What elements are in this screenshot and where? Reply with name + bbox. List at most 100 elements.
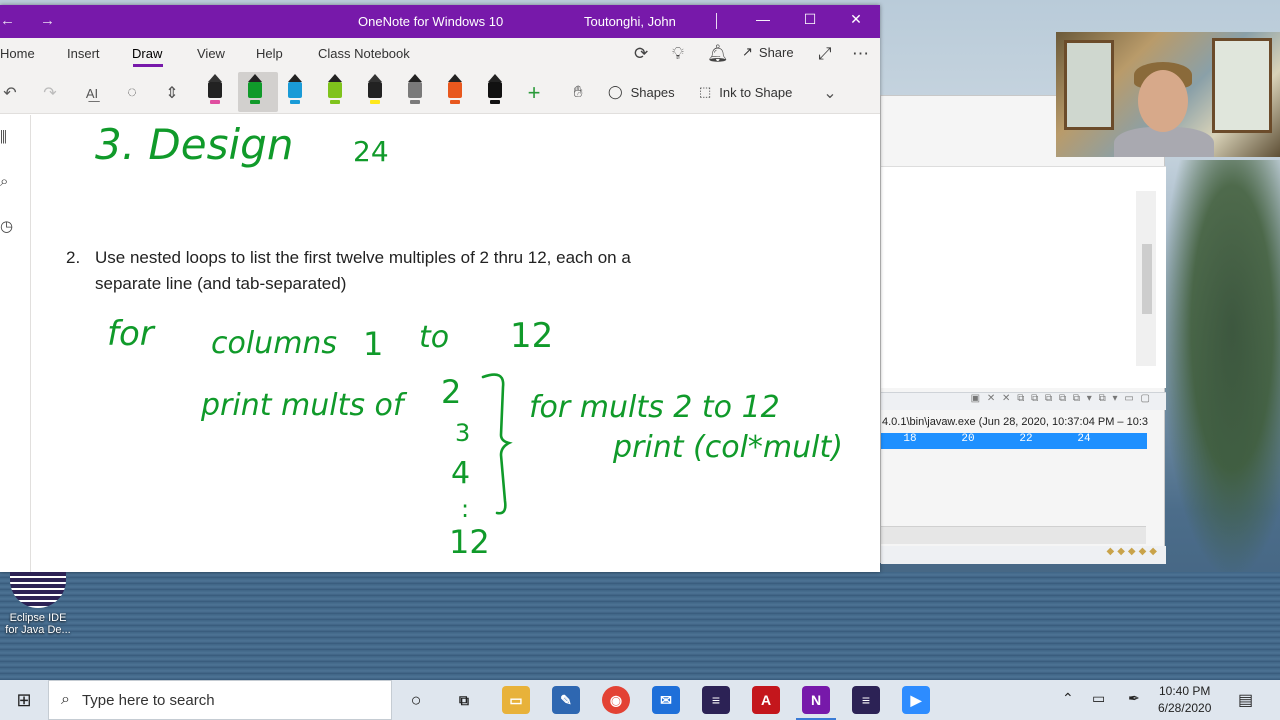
lightbulb-icon[interactable]: 💡︎ — [672, 44, 684, 64]
pen-blue-icon[interactable] — [286, 74, 304, 108]
type-select-icon[interactable]: A͟I — [80, 78, 104, 108]
file-explorer-icon[interactable]: ▭ — [502, 686, 530, 714]
task-view-icon[interactable]: ⧉ — [450, 686, 478, 714]
tab-view[interactable]: View — [197, 46, 225, 61]
forward-arrow-icon[interactable]: → — [40, 12, 55, 29]
title-separator — [716, 13, 717, 29]
onenote-window[interactable]: ← → OneNote for Windows 10 Toutonghi, Jo… — [0, 5, 880, 572]
user-name[interactable]: Toutonghi, John — [584, 14, 676, 29]
eclipse-console-toolbar[interactable]: ▣ ✕ ✕ ⧉ ⧉ ⧉ ⧉ ⧉ ▾ ⧉ ▾ ▭ ▢ — [881, 392, 1166, 410]
ink-for-mults: for mults 2 to 12 — [529, 390, 780, 425]
more-options-icon[interactable]: ⋯ — [852, 44, 869, 64]
eclipse-taskbar-icon[interactable]: ≡ — [702, 686, 730, 714]
mail-icon[interactable]: ✉ — [652, 686, 680, 714]
acrobat-icon[interactable]: A — [752, 686, 780, 714]
eclipse-desktop-icon[interactable]: Eclipse IDE for Java De... — [4, 572, 72, 652]
notepad-icon[interactable]: ✎ — [552, 686, 580, 714]
ink-heading: 3. Design — [95, 120, 293, 169]
share-button[interactable]: ↗ Share — [742, 44, 794, 60]
add-space-icon[interactable]: ⇕ — [160, 78, 184, 108]
pen-icon[interactable]: ✒ — [1128, 690, 1140, 707]
tab-home[interactable]: Home — [0, 46, 35, 61]
pen-lime-icon[interactable] — [326, 74, 344, 108]
eclipse-logo-icon — [10, 572, 66, 608]
add-pen-icon[interactable]: + — [522, 78, 546, 108]
ink-top-number: 24 — [353, 135, 389, 168]
highlighter-yellow-icon[interactable] — [366, 74, 384, 108]
ink-to: to — [419, 320, 449, 355]
ink-value: 12 — [449, 523, 490, 561]
shapes-label: Shapes — [630, 84, 675, 100]
ink-to-shape-icon: ⬚ — [699, 84, 712, 99]
bell-icon[interactable]: 🔔︎ — [707, 44, 729, 64]
desktop-icon-label: Eclipse IDE — [9, 612, 67, 624]
zoom-icon[interactable]: ▶ — [902, 686, 930, 714]
eclipse-horizontal-scrollbar[interactable] — [881, 526, 1146, 544]
webcam-video — [1056, 32, 1280, 157]
highlighter-pink-icon[interactable] — [206, 74, 224, 108]
pen-black-icon[interactable] — [486, 74, 504, 108]
cortana-icon[interactable]: ○ — [402, 686, 430, 714]
recent-clock-icon[interactable]: ◷ — [0, 217, 13, 235]
expand-icon[interactable]: ⤢ — [818, 44, 832, 64]
taskbar-clock[interactable]: 10:40 PM 6/28/2020 — [1158, 683, 1211, 717]
back-arrow-icon[interactable]: ← — [0, 12, 15, 29]
ink-value: 4 — [451, 456, 470, 491]
close-icon[interactable]: ✕ — [846, 11, 866, 28]
onenote-taskbar-icon[interactable]: N — [802, 686, 830, 714]
ribbon-tabs: Home Insert Draw View Help Class Noteboo… — [0, 38, 880, 70]
desktop-icon-label: for Java De... — [5, 624, 71, 636]
tab-insert[interactable]: Insert — [67, 46, 100, 61]
ink-layer[interactable]: 3. Design 24 for columns 1 to 12 print m… — [31, 115, 880, 572]
ink-value: 3 — [455, 419, 470, 447]
search-icon[interactable]: ⌕ — [0, 173, 8, 190]
ink-value: 2 — [441, 373, 461, 411]
ink-brace — [481, 373, 513, 515]
sync-icon[interactable]: ⟳ — [634, 44, 648, 64]
chrome-icon[interactable]: ◉ — [602, 686, 630, 714]
battery-icon[interactable]: ▭ — [1092, 690, 1105, 707]
console-output-line[interactable]: 18 20 22 24 — [881, 433, 1147, 449]
ink-for: for — [107, 314, 156, 354]
pen-galaxy-icon[interactable] — [406, 74, 424, 108]
console-value: 20 — [961, 433, 975, 445]
ink-to-shape-button[interactable]: ⬚ Ink to Shape — [699, 84, 792, 100]
eclipse-status-bar: ◆◆◆◆◆ — [881, 546, 1166, 564]
notifications-icon[interactable]: ▤ — [1238, 690, 1253, 710]
notebooks-icon[interactable]: ⫼ — [0, 129, 7, 146]
windows-start-icon[interactable]: ⊞ — [0, 680, 48, 720]
console-value: 22 — [1019, 433, 1033, 445]
clock-date: 6/28/2020 — [1158, 701, 1212, 715]
eclipse-taskbar-icon-2[interactable]: ≡ — [852, 686, 880, 714]
tab-draw[interactable]: Draw — [132, 46, 162, 61]
left-navigation: ⫼ ⌕ ◷ — [0, 115, 31, 572]
eclipse-scroll-thumb[interactable] — [1142, 244, 1152, 314]
webcam-person-head — [1138, 70, 1188, 132]
share-icon: ↗ — [742, 44, 753, 59]
active-tab-underline — [133, 64, 163, 67]
pen-rainbow-icon[interactable] — [446, 74, 464, 108]
pen-green-icon[interactable] — [246, 74, 264, 108]
lasso-select-icon[interactable]: ◌ — [120, 78, 144, 108]
console-path: 4.0.1\bin\javaw.exe (Jun 28, 2020, 10:37… — [882, 416, 1149, 428]
tab-class-notebook[interactable]: Class Notebook — [318, 46, 410, 61]
minimize-icon[interactable]: — — [753, 11, 773, 27]
tab-help[interactable]: Help — [256, 46, 283, 61]
webcam-window-right — [1212, 38, 1272, 133]
ink-replay-icon[interactable]: ✋︎ — [566, 78, 590, 108]
redo-icon[interactable]: ↷ — [40, 78, 60, 108]
taskbar-search-box[interactable]: ⌕ Type here to search — [48, 680, 392, 720]
chevron-up-icon[interactable]: ⌃ — [1062, 690, 1074, 707]
title-bar: ← → OneNote for Windows 10 Toutonghi, Jo… — [0, 5, 880, 38]
maximize-icon[interactable]: ☐ — [800, 11, 820, 28]
chevron-down-icon[interactable]: ⌄ — [820, 78, 840, 108]
background-water — [0, 572, 1280, 680]
shapes-button[interactable]: ◯ Shapes — [608, 84, 675, 100]
undo-icon[interactable]: ↶ — [0, 78, 20, 108]
eclipse-window[interactable]: ▣ ✕ ✕ ⧉ ⧉ ⧉ ⧉ ⧉ ▾ ⧉ ▾ ▭ ▢ 4.0.1\bin\java… — [880, 95, 1166, 564]
webcam-window-left — [1064, 40, 1114, 130]
console-value: 18 — [903, 433, 917, 445]
note-page[interactable]: 2. Use nested loops to list the first tw… — [31, 115, 880, 572]
ink-print-mults: print mults of — [200, 388, 408, 423]
share-label: Share — [758, 44, 794, 60]
